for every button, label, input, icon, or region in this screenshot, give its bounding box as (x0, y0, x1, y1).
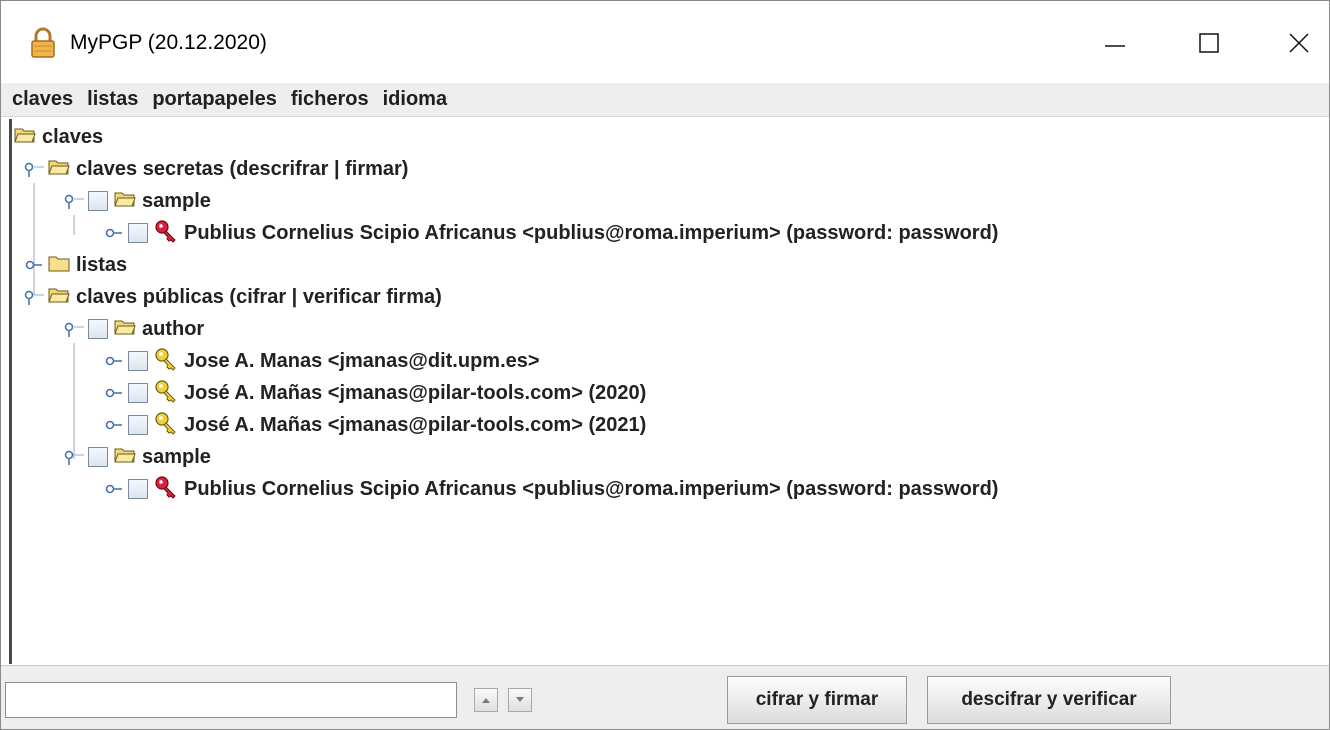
open-folder-icon (114, 446, 136, 469)
open-folder-icon (114, 318, 136, 341)
tree-label: claves secretas (descrifrar | firmar) (76, 157, 409, 180)
secret-key-icon (154, 219, 178, 248)
collapsed-handle-icon[interactable] (104, 481, 126, 497)
menu-claves[interactable]: claves (5, 88, 80, 111)
tree-node-lists[interactable]: listas (24, 249, 127, 281)
menu-idioma[interactable]: idioma (376, 88, 454, 111)
tree-label: Jose A. Manas <jmanas@dit.upm.es> (184, 349, 540, 372)
expanded-handle-icon[interactable] (64, 193, 86, 209)
folder-icon (48, 254, 70, 277)
tree-label: author (142, 317, 205, 340)
expanded-handle-icon[interactable] (24, 289, 46, 305)
expanded-handle-icon[interactable] (64, 321, 86, 337)
tree-node-public-key[interactable]: José A. Mañas <jmanas@pilar-tools.com> (… (104, 377, 646, 409)
menu-portapapeles[interactable]: portapapeles (145, 88, 283, 111)
collapsed-handle-icon[interactable] (104, 225, 126, 241)
select-checkbox[interactable] (88, 447, 108, 467)
arrow-up-icon (482, 698, 490, 703)
tree-node-public-key[interactable]: José A. Mañas <jmanas@pilar-tools.com> (… (104, 409, 646, 441)
select-checkbox[interactable] (128, 415, 148, 435)
select-checkbox[interactable] (128, 351, 148, 371)
open-folder-icon (48, 286, 70, 309)
open-folder-icon (48, 158, 70, 181)
menu-listas[interactable]: listas (80, 88, 145, 111)
collapsed-handle-icon[interactable] (24, 257, 46, 273)
tree-node-public-author[interactable]: author (64, 313, 204, 345)
search-input[interactable] (5, 682, 457, 718)
lock-icon (31, 27, 55, 59)
close-icon (1289, 33, 1309, 53)
open-folder-icon (114, 190, 136, 213)
title-bar: MyPGP (20.12.2020) (1, 1, 1329, 83)
bottom-toolbar: cifrar y firmar descifrar y verificar (1, 665, 1329, 729)
encrypt-sign-button[interactable]: cifrar y firmar (727, 676, 907, 724)
expanded-handle-icon[interactable] (24, 161, 46, 177)
tree-node-secret-keys[interactable]: claves secretas (descrifrar | firmar) (24, 153, 408, 185)
tree-node-secret-sample[interactable]: sample (64, 185, 211, 217)
menu-ficheros[interactable]: ficheros (284, 88, 376, 111)
select-checkbox[interactable] (88, 319, 108, 339)
open-folder-icon (14, 126, 36, 149)
previous-match-button[interactable] (474, 688, 498, 712)
arrow-down-icon (516, 697, 524, 702)
decrypt-verify-button[interactable]: descifrar y verificar (927, 676, 1171, 724)
select-checkbox[interactable] (128, 223, 148, 243)
tree-label: listas (76, 253, 128, 276)
tree-node-public-keys[interactable]: claves públicas (cifrar | verificar firm… (24, 281, 442, 313)
select-checkbox[interactable] (128, 383, 148, 403)
tree-label: Publius Cornelius Scipio Africanus <publ… (184, 477, 999, 500)
tree-node-secret-key[interactable]: Publius Cornelius Scipio Africanus <publ… (104, 217, 998, 249)
tree-label: José A. Mañas <jmanas@pilar-tools.com> (… (184, 413, 647, 436)
select-checkbox[interactable] (128, 479, 148, 499)
expanded-handle-icon[interactable] (64, 449, 86, 465)
tree-node-public-key[interactable]: Jose A. Manas <jmanas@dit.upm.es> (104, 345, 540, 377)
tree-label: Publius Cornelius Scipio Africanus <publ… (184, 221, 999, 244)
menu-bar: claves listas portapapeles ficheros idio… (1, 83, 1329, 117)
tree-node-public-key[interactable]: Publius Cornelius Scipio Africanus <publ… (104, 473, 998, 505)
collapsed-handle-icon[interactable] (104, 385, 126, 401)
public-key-icon (154, 411, 178, 440)
collapsed-handle-icon[interactable] (104, 417, 126, 433)
tree-label: sample (142, 445, 211, 468)
public-key-icon (154, 379, 178, 408)
tree-node-public-sample[interactable]: sample (64, 441, 211, 473)
key-tree[interactable]: claves claves secretas (descrifrar | fir… (9, 119, 1329, 664)
public-key-icon (154, 347, 178, 376)
tree-label: claves (42, 125, 104, 148)
tree-label: José A. Mañas <jmanas@pilar-tools.com> (… (184, 381, 647, 404)
window-title: MyPGP (20.12.2020) (70, 31, 267, 54)
next-match-button[interactable] (508, 688, 532, 712)
close-button[interactable] (1271, 19, 1327, 67)
maximize-button[interactable] (1181, 19, 1237, 67)
tree-node-root[interactable]: claves (14, 121, 103, 153)
app-window: MyPGP (20.12.2020) claves listas portapa… (0, 0, 1330, 730)
tree-label: claves públicas (cifrar | verificar firm… (76, 285, 442, 308)
tree-label: sample (142, 189, 211, 212)
select-checkbox[interactable] (88, 191, 108, 211)
secret-key-icon (154, 475, 178, 504)
minimize-button[interactable] (1087, 19, 1143, 67)
maximize-icon (1199, 33, 1219, 53)
collapsed-handle-icon[interactable] (104, 353, 126, 369)
minimize-icon (1105, 45, 1125, 47)
